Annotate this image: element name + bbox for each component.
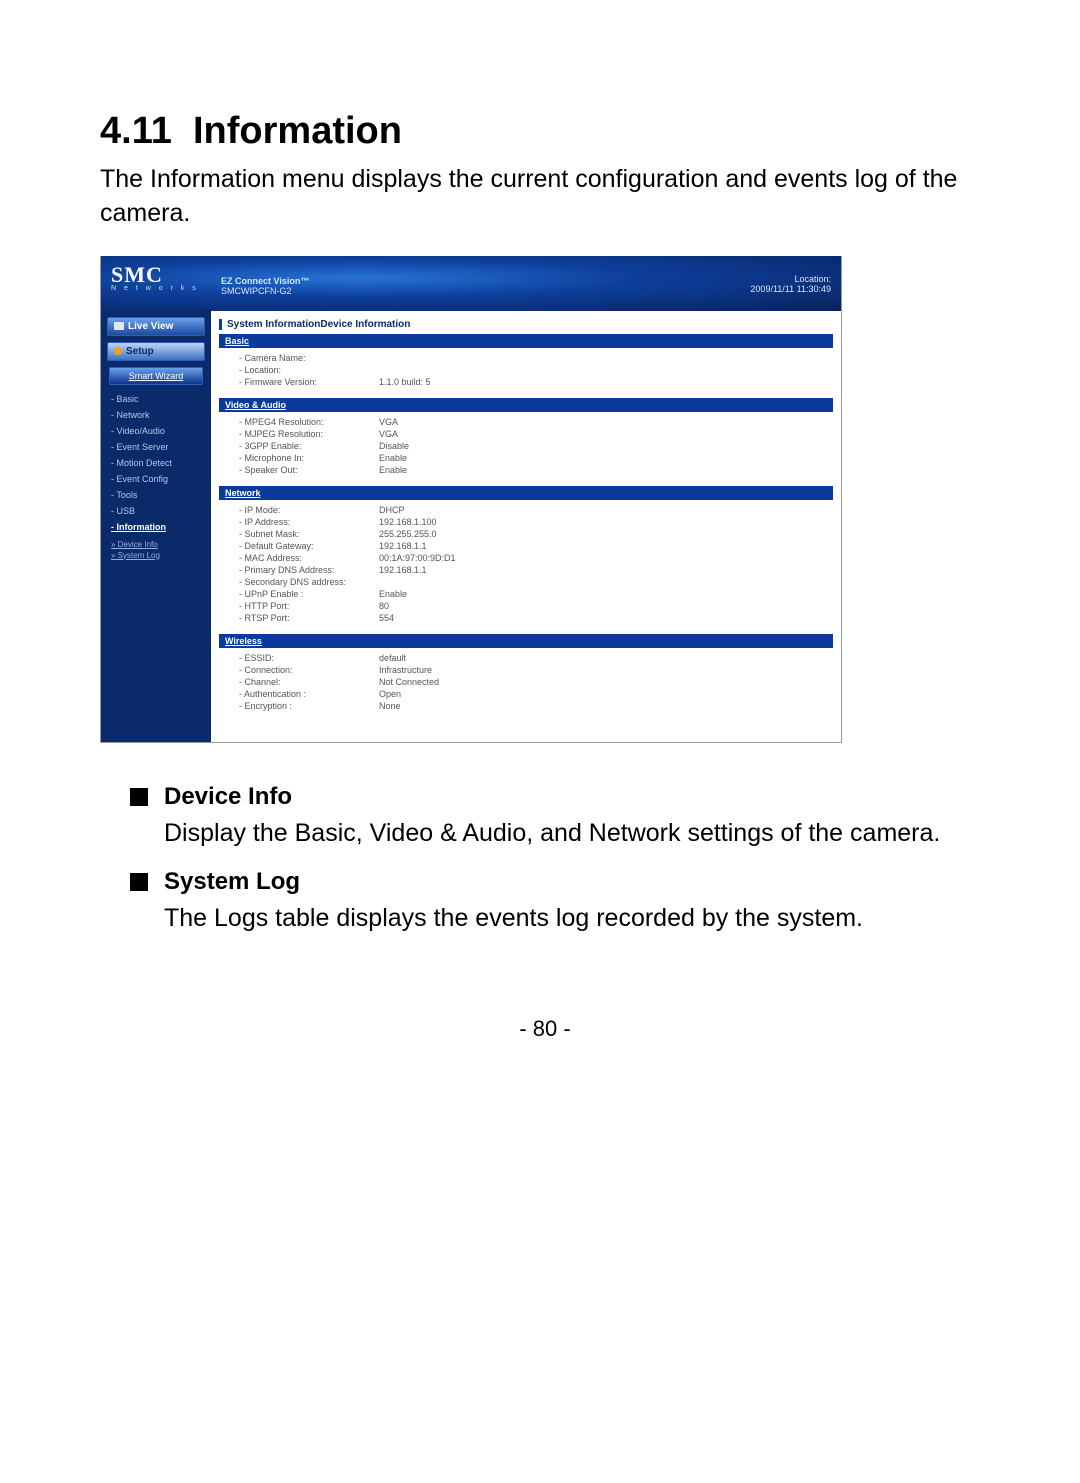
brand-logo: SMC N e t w o r k s — [111, 262, 199, 292]
square-bullet-icon — [130, 873, 148, 891]
location-time: 2009/11/11 11:30:49 — [750, 284, 831, 294]
row-mpeg4: MPEG4 Resolution:VGA — [239, 416, 833, 428]
row-camera-name: Camera Name: — [239, 352, 833, 364]
system-log-heading: System Log — [164, 868, 300, 896]
row-ip: IP Address:192.168.1.100 — [239, 516, 833, 528]
setup-label: Setup — [126, 346, 154, 357]
section-heading: 4.11 Information — [100, 110, 990, 153]
row-gateway: Default Gateway:192.168.1.1 — [239, 540, 833, 552]
nav-usb[interactable]: - USB — [111, 503, 211, 519]
row-http: HTTP Port:80 — [239, 600, 833, 612]
row-mac: MAC Address:00:1A:97:00:9D:D1 — [239, 552, 833, 564]
section-number: 4.11 — [100, 110, 172, 152]
smart-wizard-button[interactable]: Smart Wizard — [109, 367, 203, 385]
page-number: - 80 - — [100, 1016, 990, 1042]
logo-subtext: N e t w o r k s — [111, 285, 199, 292]
sidebar: Live View Setup Smart Wizard - Basic - N… — [101, 311, 211, 742]
nav-video-audio[interactable]: - Video/Audio — [111, 423, 211, 439]
live-view-button[interactable]: Live View — [107, 317, 205, 336]
nav-sublist: » Device Info » System Log — [101, 539, 211, 561]
nav-information[interactable]: - Information — [111, 519, 211, 535]
row-essid: ESSID:default — [239, 652, 833, 664]
product-model: SMCWIPCFN-G2 — [221, 286, 309, 296]
panel-va-body: MPEG4 Resolution:VGA MJPEG Resolution:VG… — [219, 412, 833, 486]
nav-device-info[interactable]: » Device Info — [111, 539, 211, 550]
panel-wl-body: ESSID:default Connection:Infrastructure … — [219, 648, 833, 722]
row-channel: Channel:Not Connected — [239, 676, 833, 688]
live-view-label: Live View — [128, 321, 173, 332]
product-line: EZ Connect Vision™ — [221, 276, 309, 286]
row-auth: Authentication :Open — [239, 688, 833, 700]
section-title-text: Information — [193, 110, 402, 152]
row-mjpeg: MJPEG Resolution:VGA — [239, 428, 833, 440]
panel-net-head: Network — [219, 486, 833, 500]
device-info-section: Device Info Display the Basic, Video & A… — [130, 783, 990, 851]
row-firmware: Firmware Version:1.1.0 build: 5 — [239, 376, 833, 388]
main-content: System InformationDevice Information Bas… — [211, 311, 841, 742]
gear-icon — [114, 347, 122, 355]
row-dns1: Primary DNS Address:192.168.1.1 — [239, 564, 833, 576]
row-upnp: UPnP Enable :Enable — [239, 588, 833, 600]
panel-basic-head: Basic — [219, 334, 833, 348]
row-dns2: Secondary DNS address: — [239, 576, 833, 588]
panel-wl-head: Wireless — [219, 634, 833, 648]
section-intro: The Information menu displays the curren… — [100, 163, 990, 231]
nav-event-config[interactable]: - Event Config — [111, 471, 211, 487]
row-mic: Microphone In:Enable — [239, 452, 833, 464]
camera-icon — [114, 322, 124, 330]
setup-button[interactable]: Setup — [107, 342, 205, 361]
panel-va-head: Video & Audio — [219, 398, 833, 412]
nav-tools[interactable]: - Tools — [111, 487, 211, 503]
row-connection: Connection:Infrastructure — [239, 664, 833, 676]
nav-basic[interactable]: - Basic — [111, 391, 211, 407]
header-model: EZ Connect Vision™ SMCWIPCFN-G2 — [221, 276, 309, 296]
location-label: Location: — [750, 274, 831, 284]
row-rtsp: RTSP Port:554 — [239, 612, 833, 624]
row-mask: Subnet Mask:255.255.255.0 — [239, 528, 833, 540]
nav-motion-detect[interactable]: - Motion Detect — [111, 455, 211, 471]
header-location: Location: 2009/11/11 11:30:49 — [750, 274, 831, 294]
row-location: Location: — [239, 364, 833, 376]
device-info-text: Display the Basic, Video & Audio, and Ne… — [164, 817, 990, 851]
system-log-text: The Logs table displays the events log r… — [164, 902, 990, 936]
system-log-section: System Log The Logs table displays the e… — [130, 868, 990, 936]
nav-list: - Basic - Network - Video/Audio - Event … — [101, 391, 211, 535]
panel-basic-body: Camera Name: Location: Firmware Version:… — [219, 348, 833, 398]
square-bullet-icon — [130, 788, 148, 806]
nav-network[interactable]: - Network — [111, 407, 211, 423]
row-ipmode: IP Mode:DHCP — [239, 504, 833, 516]
breadcrumb: System InformationDevice Information — [219, 319, 833, 330]
nav-system-log[interactable]: » System Log — [111, 550, 211, 561]
device-info-heading: Device Info — [164, 783, 292, 811]
app-header: SMC N e t w o r k s EZ Connect Vision™ S… — [101, 256, 841, 311]
row-encryption: Encryption :None — [239, 700, 833, 712]
row-speaker: Speaker Out:Enable — [239, 464, 833, 476]
nav-event-server[interactable]: - Event Server — [111, 439, 211, 455]
panel-net-body: IP Mode:DHCP IP Address:192.168.1.100 Su… — [219, 500, 833, 634]
embedded-screenshot: SMC N e t w o r k s EZ Connect Vision™ S… — [100, 256, 842, 743]
row-3gpp: 3GPP Enable:Disable — [239, 440, 833, 452]
